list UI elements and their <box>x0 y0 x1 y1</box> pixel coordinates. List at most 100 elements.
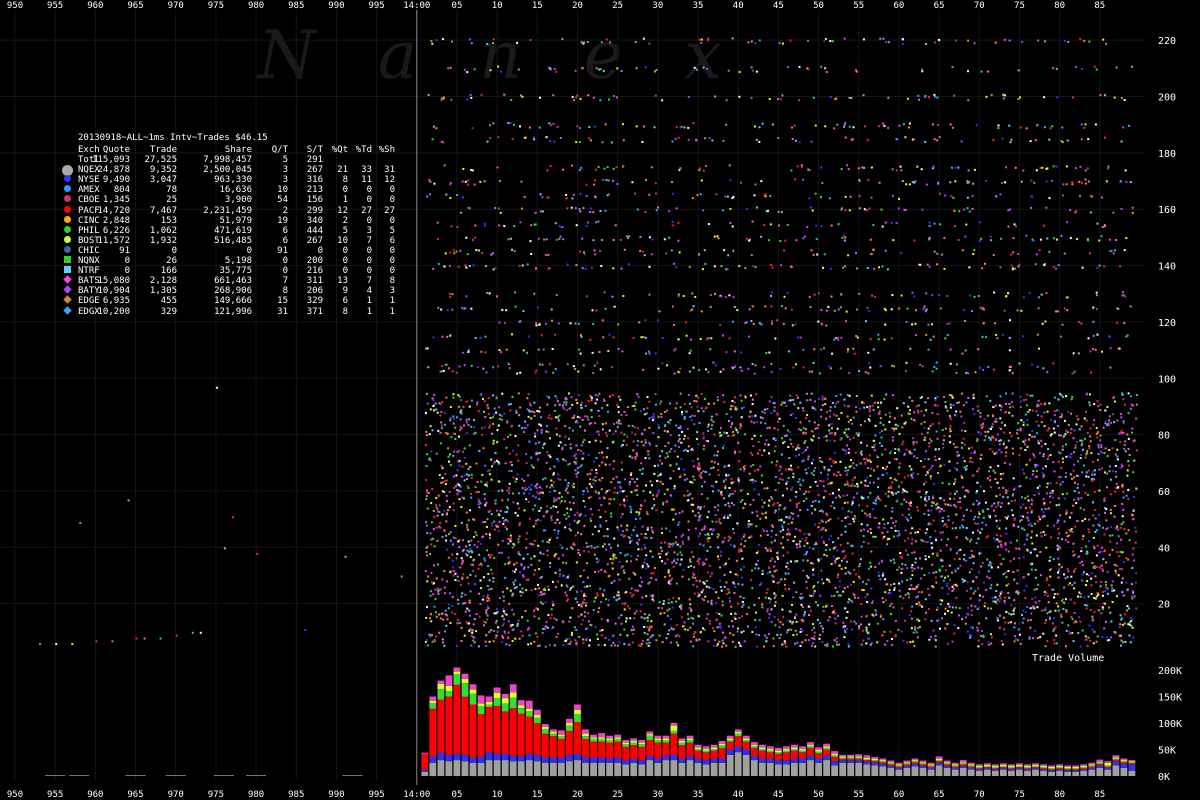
trade-dot <box>843 501 846 504</box>
trade-dot <box>597 611 600 613</box>
trade-dot <box>477 503 480 506</box>
trade-dot <box>441 536 444 538</box>
trade-dot <box>786 551 789 554</box>
trade-dot <box>641 581 644 583</box>
trade-dot <box>980 426 983 429</box>
trade-dot <box>942 524 945 527</box>
trade-dot <box>693 423 696 426</box>
trade-dot <box>794 629 797 632</box>
trade-dot <box>790 628 793 631</box>
trade-dot <box>947 538 950 541</box>
trade-dot <box>914 557 917 560</box>
trade-dot <box>1035 588 1038 591</box>
trade-dot <box>556 536 559 539</box>
trade-dot <box>1013 578 1016 581</box>
trade-dot <box>1071 584 1074 586</box>
trade-dot <box>900 414 903 417</box>
trade-dot <box>1126 474 1129 477</box>
trade-dot <box>980 551 983 554</box>
trade-dot <box>974 522 977 525</box>
trade-dot <box>623 503 626 506</box>
trade-dot <box>886 583 889 586</box>
trade-dot <box>799 509 802 512</box>
trade-dot <box>583 594 585 597</box>
trade-dot <box>598 452 601 454</box>
trade-dot <box>501 499 504 502</box>
trade-dot <box>554 404 557 407</box>
trade-dot <box>1068 516 1071 519</box>
trade-dot <box>944 607 947 610</box>
trade-dot <box>1063 586 1066 589</box>
trade-dot <box>1078 555 1081 558</box>
trade-dot <box>576 421 579 424</box>
trade-dot <box>489 416 492 419</box>
trade-dot <box>473 558 475 561</box>
trade-dot <box>904 529 907 532</box>
trade-dot <box>1024 449 1027 451</box>
trade-dot <box>816 618 819 621</box>
trade-dot <box>1102 569 1105 572</box>
trade-dot <box>897 472 900 475</box>
trade-dot <box>1085 545 1088 548</box>
trade-dot <box>730 502 733 505</box>
trade-dot <box>1095 529 1098 532</box>
trade-dot <box>508 602 511 605</box>
trade-dot <box>1035 470 1038 473</box>
trade-dot <box>650 529 653 532</box>
trade-dot <box>1094 517 1097 520</box>
trade-dot <box>1064 598 1067 601</box>
trade-dot <box>484 640 487 643</box>
trade-dot <box>1007 439 1010 442</box>
trade-dot <box>843 557 846 560</box>
trade-dot <box>987 535 990 538</box>
trade-dot <box>538 486 541 489</box>
trade-dot <box>951 589 954 592</box>
trade-dot <box>1058 567 1061 570</box>
trade-dot <box>646 626 649 628</box>
trade-dot <box>805 472 808 475</box>
trade-dot <box>1029 607 1032 610</box>
trade-dot <box>839 438 842 441</box>
trade-dot <box>744 540 747 543</box>
trade-dot <box>473 543 476 546</box>
trade-dot <box>676 553 679 556</box>
trade-dot <box>718 640 721 643</box>
trade-dot <box>701 597 704 600</box>
trade-dot <box>585 487 588 490</box>
trade-dot <box>570 396 573 399</box>
trade-dot <box>723 536 726 539</box>
trade-dot <box>691 447 693 450</box>
trade-dot <box>534 569 537 572</box>
trade-dot <box>896 568 899 571</box>
trade-dot <box>709 575 712 578</box>
trade-dot <box>910 566 913 569</box>
trade-dot <box>440 427 443 430</box>
trade-dot <box>1004 424 1006 427</box>
trade-dot <box>717 489 720 492</box>
trade-dot <box>776 555 779 558</box>
trade-dot <box>742 597 745 599</box>
trade-dot <box>860 529 863 532</box>
trade-dot <box>438 613 440 616</box>
trade-dot <box>751 454 754 456</box>
trade-dot <box>910 417 913 420</box>
trade-dot <box>699 467 701 470</box>
trade-dot <box>913 455 916 458</box>
trade-dot <box>1073 612 1076 614</box>
trade-dot <box>1125 581 1128 584</box>
trade-dot <box>1123 444 1126 446</box>
trade-dot <box>931 546 934 549</box>
trade-dot <box>620 431 623 434</box>
trade-dot <box>1103 533 1106 536</box>
trade-dot <box>1133 559 1136 562</box>
trade-dot <box>484 416 487 418</box>
trade-dot <box>789 414 792 416</box>
trade-dot <box>1086 644 1089 647</box>
trade-dot <box>837 400 840 403</box>
trade-dot <box>1125 494 1128 497</box>
trade-dot <box>597 559 600 562</box>
trade-dot <box>755 611 757 614</box>
trade-dot <box>1003 628 1006 631</box>
trade-dot <box>631 425 634 427</box>
trade-dot <box>1076 441 1079 444</box>
